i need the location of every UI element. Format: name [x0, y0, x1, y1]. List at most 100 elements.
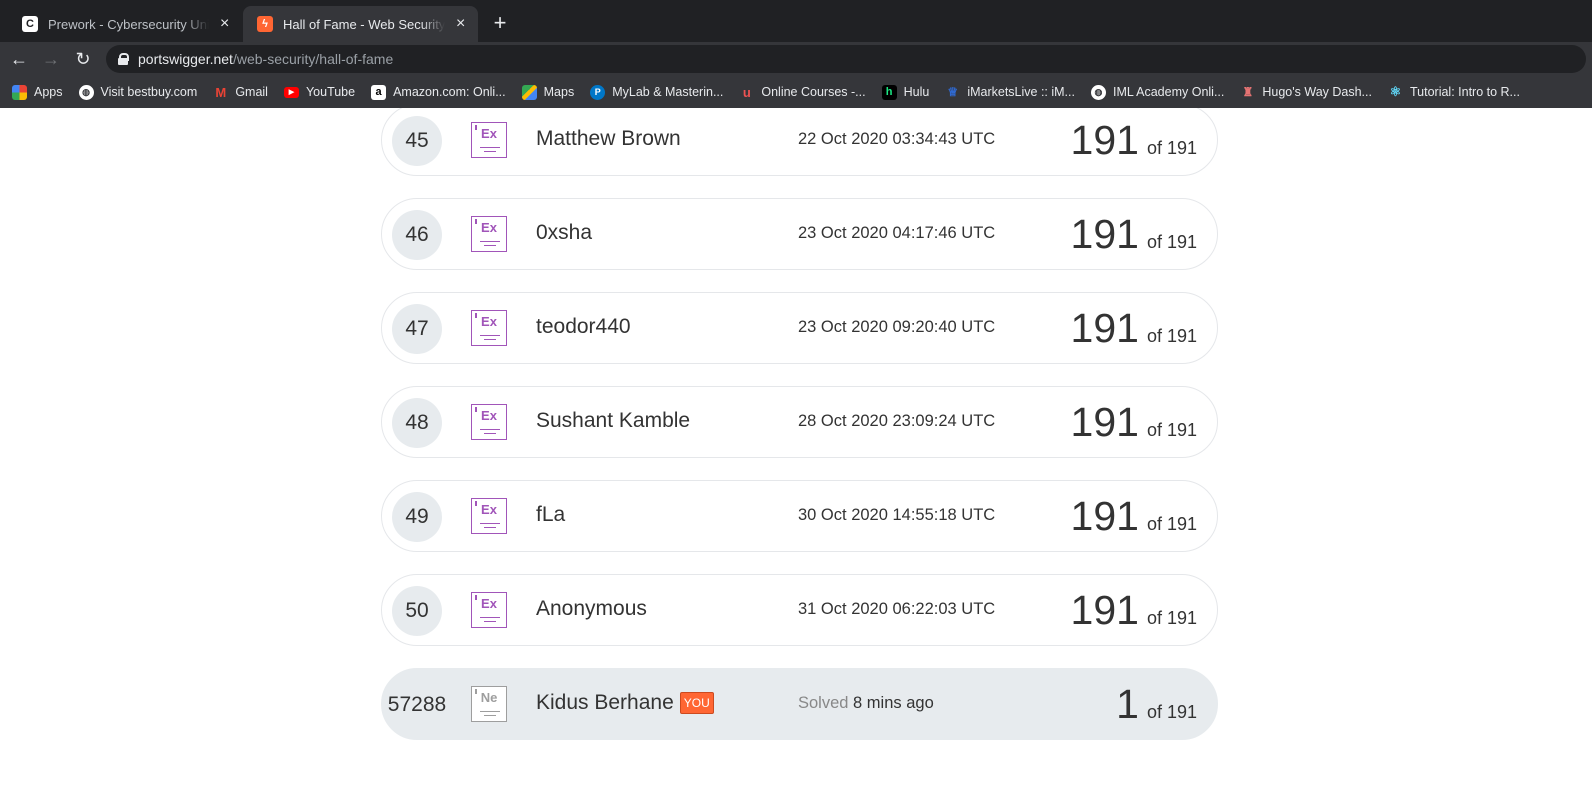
bookmark-tutorial-react[interactable]: ⚛ Tutorial: Intro to R... — [1388, 84, 1520, 100]
back-arrow-icon[interactable]: ← — [8, 48, 30, 70]
expert-level-icon: Ex — [471, 498, 507, 534]
leaderboard-row: 47 Ex teodor440 23 Oct 2020 09:20:40 UTC… — [381, 292, 1218, 364]
leaderboard-row: 50 Ex Anonymous 31 Oct 2020 06:22:03 UTC… — [381, 574, 1218, 646]
expert-level-icon: Ex — [471, 404, 507, 440]
globe-icon: ◍ — [1090, 84, 1106, 100]
tab-hall-of-fame[interactable]: ϟ Hall of Fame - Web Security Academy × — [243, 6, 478, 42]
imarkets-icon: ♕ — [947, 85, 959, 99]
score: 191 of 191 — [1070, 305, 1197, 351]
reload-icon[interactable]: ↻ — [72, 48, 94, 70]
bookmark-label: Hugo's Way Dash... — [1262, 85, 1372, 99]
bookmark-label: Apps — [34, 85, 63, 99]
tab-strip: C Prework - Cybersecurity University × ϟ… — [0, 0, 1592, 42]
bookmark-bestbuy[interactable]: ◍ Visit bestbuy.com — [78, 84, 197, 100]
completion-date: 31 Oct 2020 06:22:03 UTC — [798, 600, 996, 618]
tab-title: Prework - Cybersecurity University — [48, 16, 210, 32]
bookmark-label: Hulu — [903, 85, 930, 99]
rank-badge: 46 — [392, 210, 442, 260]
bookmark-imarketslive[interactable]: ♕ iMarketsLive :: iM... — [945, 85, 1075, 100]
user-name: Kidus Berhane YOU — [536, 691, 714, 715]
solved-time: Solved 8 mins ago — [798, 694, 934, 712]
novice-level-icon: Ne — [471, 686, 507, 722]
rank-badge: 45 — [392, 116, 442, 166]
score: 191 of 191 — [1070, 211, 1197, 257]
bookmark-label: Online Courses -... — [761, 85, 866, 99]
close-tab-icon[interactable]: × — [217, 15, 232, 33]
bookmark-label: Tutorial: Intro to R... — [1409, 85, 1520, 99]
new-tab-icon[interactable]: + — [488, 10, 512, 36]
url-host: portswigger.net — [138, 51, 233, 67]
toolbar: ← → ↻ portswigger.net/web-security/hall-… — [0, 42, 1592, 76]
current-user-row: 57288 Ne Kidus Berhane YOU Solved 8 mins … — [381, 668, 1218, 740]
bookmark-amazon[interactable]: a Amazon.com: Onli... — [371, 84, 506, 100]
bookmark-label: IML Academy Onli... — [1112, 85, 1225, 99]
expert-level-icon: Ex — [471, 122, 507, 158]
leaderboard-row: 46 Ex 0xsha 23 Oct 2020 04:17:46 UTC 191… — [381, 198, 1218, 270]
score: 191 of 191 — [1070, 399, 1197, 445]
globe-icon: ◍ — [78, 84, 94, 100]
user-name: fLa — [536, 503, 566, 526]
user-name: Anonymous — [536, 597, 647, 620]
bookmark-maps[interactable]: Maps — [521, 84, 575, 100]
score: 191 of 191 — [1070, 117, 1197, 163]
bookmark-label: iMarketsLive :: iM... — [967, 85, 1075, 99]
rank-badge: 47 — [392, 304, 442, 354]
user-name: Sushant Kamble — [536, 409, 691, 432]
rank-badge: 50 — [392, 586, 442, 636]
maps-icon — [521, 84, 537, 100]
user-name: teodor440 — [536, 315, 631, 338]
bookmark-label: Gmail — [235, 85, 268, 99]
hulu-icon: h — [881, 84, 897, 100]
address-bar[interactable]: portswigger.net/web-security/hall-of-fam… — [106, 45, 1586, 73]
react-icon: ⚛ — [1389, 84, 1402, 99]
expert-level-icon: Ex — [471, 310, 507, 346]
expert-level-icon: Ex — [471, 216, 507, 252]
expert-level-icon: Ex — [471, 592, 507, 628]
bookmark-iml-academy[interactable]: ◍ IML Academy Onli... — [1090, 84, 1225, 100]
forward-arrow-icon[interactable]: → — [40, 48, 62, 70]
score: 1 of 191 — [1116, 681, 1197, 727]
bookmark-gmail[interactable]: M Gmail — [213, 85, 268, 100]
bookmark-hugos-way[interactable]: ♜ Hugo's Way Dash... — [1240, 85, 1372, 100]
tab-title: Hall of Fame - Web Security Academy — [283, 16, 446, 32]
bookmark-label: YouTube — [305, 85, 356, 99]
bookmark-youtube[interactable]: ▶ YouTube — [283, 85, 356, 99]
bookmark-label: Amazon.com: Onli... — [393, 85, 506, 99]
bookmark-online-courses[interactable]: u Online Courses -... — [739, 84, 866, 100]
leaderboard-row: 49 Ex fLa 30 Oct 2020 14:55:18 UTC 191 of… — [381, 480, 1218, 552]
apps-grid-icon — [12, 84, 27, 100]
bookmarks-bar: Apps ◍ Visit bestbuy.com M Gmail ▶ YouTu… — [0, 76, 1592, 108]
user-name: 0xsha — [536, 221, 593, 244]
completion-date: 23 Oct 2020 04:17:46 UTC — [798, 224, 996, 242]
completion-date: 23 Oct 2020 09:20:40 UTC — [798, 318, 996, 336]
you-badge: YOU — [679, 692, 714, 714]
portswigger-favicon-icon: ϟ — [257, 16, 273, 32]
completion-date: 30 Oct 2020 14:55:18 UTC — [798, 506, 996, 524]
completion-date: 28 Oct 2020 23:09:24 UTC — [798, 412, 996, 430]
rank-badge: 57288 — [387, 693, 447, 716]
score: 191 of 191 — [1070, 587, 1197, 633]
gmail-icon: M — [215, 84, 227, 100]
rank-badge: 49 — [392, 492, 442, 542]
bookmark-apps[interactable]: Apps — [12, 84, 63, 100]
user-name: Matthew Brown — [536, 127, 681, 150]
udemy-icon: u — [742, 84, 751, 100]
codepath-favicon-icon: C — [22, 16, 38, 32]
close-tab-icon[interactable]: × — [453, 15, 468, 33]
youtube-icon: ▶ — [283, 86, 299, 98]
score: 191 of 191 — [1070, 493, 1197, 539]
bookmark-label: MyLab & Masterin... — [612, 85, 724, 99]
leaderboard-row: 45 Ex Matthew Brown 22 Oct 2020 03:34:43… — [381, 108, 1218, 176]
completion-date: 22 Oct 2020 03:34:43 UTC — [798, 130, 996, 148]
amazon-icon: a — [371, 84, 387, 100]
pearson-icon: P — [590, 84, 606, 100]
bookmark-label: Maps — [543, 85, 575, 99]
lock-icon[interactable] — [118, 53, 129, 65]
bookmark-mylab[interactable]: P MyLab & Masterin... — [590, 84, 724, 100]
leaderboard-row: 48 Ex Sushant Kamble 28 Oct 2020 23:09:2… — [381, 386, 1218, 458]
tab-prework[interactable]: C Prework - Cybersecurity University × — [8, 6, 242, 42]
hall-of-fame-list: 45 Ex Matthew Brown 22 Oct 2020 03:34:43… — [0, 108, 1592, 799]
rank-badge: 48 — [392, 398, 442, 448]
bookmark-hulu[interactable]: h Hulu — [881, 84, 930, 100]
hugo-icon: ♜ — [1242, 85, 1254, 99]
